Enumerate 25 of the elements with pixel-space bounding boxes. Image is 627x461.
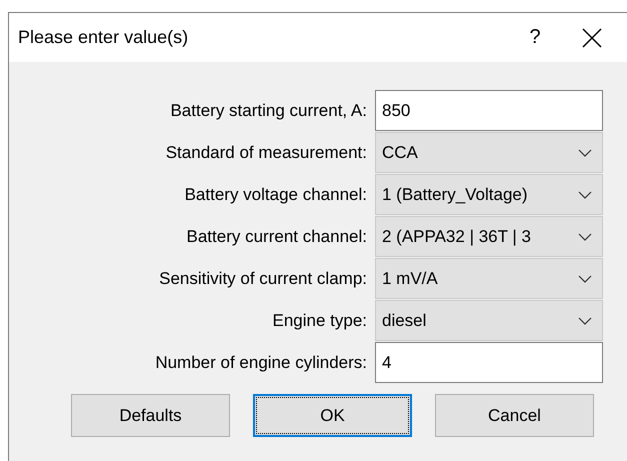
help-button[interactable]: ? [523,26,547,49]
dropdown[interactable]: 1 (Battery_Voltage) [375,174,603,215]
field-label: Standard of measurement: [164,142,368,162]
chevron-icon [578,148,592,156]
field-label: Engine type: [271,310,368,330]
input-field[interactable]: 4 [375,342,603,383]
dropdown[interactable]: diesel [375,300,603,341]
dialog-button[interactable]: Cancel [435,394,594,437]
field-label: Sensitivity of current clamp: [158,268,368,288]
field-label: Battery current channel: [186,226,368,246]
chevron-icon [578,274,592,282]
input-field[interactable]: 850 [375,90,603,131]
field-label: Number of engine cylinders: [154,352,368,372]
dropdown[interactable]: 1 mV/A [375,258,603,299]
field-label: Battery voltage channel: [184,184,368,204]
chevron-icon [578,232,592,240]
dropdown[interactable]: 2 (APPA32 | 36T | 3 [375,216,603,257]
dropdown[interactable]: CCA [375,132,603,173]
chevron-icon [578,190,592,198]
field-label: Battery starting current, A: [169,100,368,120]
dialog-button[interactable]: OK [253,394,412,437]
dialog-button[interactable]: Defaults [71,394,230,437]
close-icon[interactable] [581,26,603,48]
window-title: Please enter value(s) [18,27,190,48]
chevron-icon [578,316,592,324]
